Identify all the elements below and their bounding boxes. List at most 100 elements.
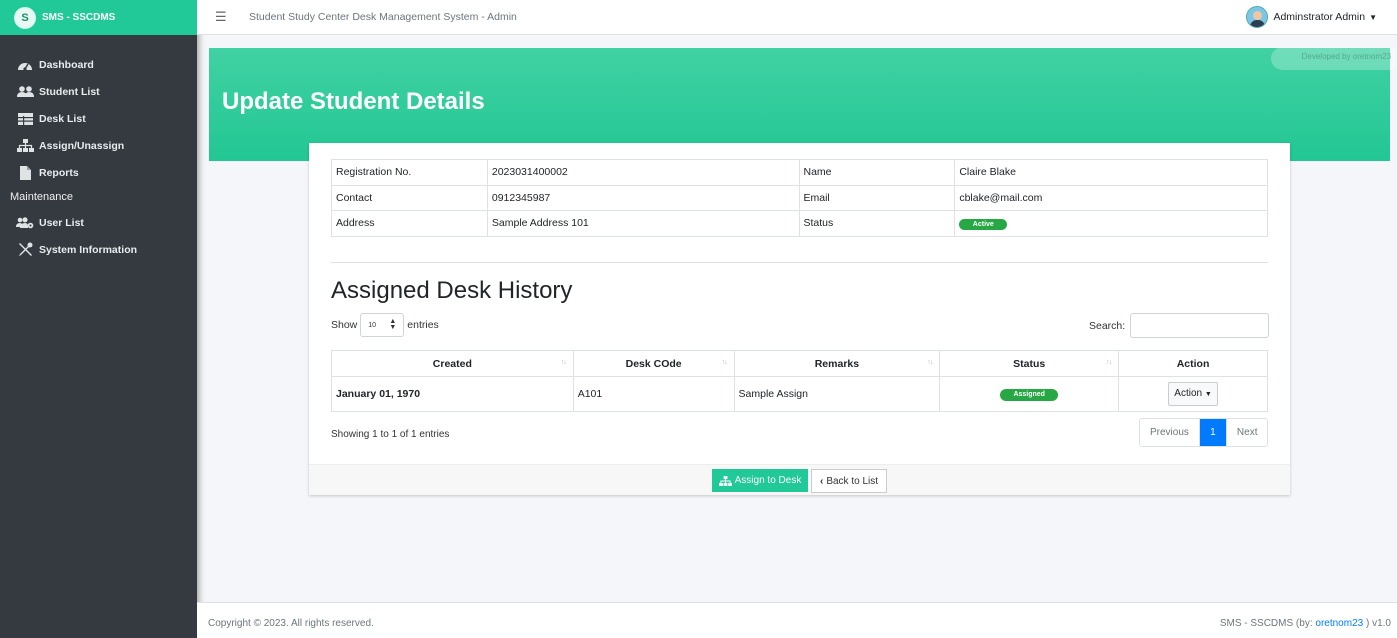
sitemap-icon <box>718 475 732 486</box>
pagination-page-1[interactable]: 1 <box>1198 419 1226 446</box>
assign-to-desk-button[interactable]: Assign to Desk <box>712 469 808 492</box>
sidebar-item-system-information[interactable]: System Information <box>0 236 197 263</box>
entries-label: entries <box>407 319 439 331</box>
sidebar-item-label: Reports <box>39 166 79 179</box>
sidebar-nav: Dashboard Student List Desk List Assign/… <box>0 51 197 186</box>
dashboard-icon <box>16 58 34 72</box>
sidebar-item-label: Assign/Unassign <box>39 139 125 152</box>
action-dropdown-button[interactable]: Action ▼ <box>1168 382 1218 406</box>
column-header-status[interactable]: Status ↑↓ <box>939 350 1120 377</box>
registration-label: Registration No. <box>331 159 488 186</box>
table-row: Contact 0912345987 Email cblake@mail.com <box>331 184 1268 211</box>
email-label: Email <box>798 184 956 211</box>
sidebar-item-student-list[interactable]: Student List <box>0 78 197 105</box>
table-row: Registration No. 2023031400002 Name Clai… <box>331 159 1268 186</box>
email-value: cblake@mail.com <box>954 184 1268 211</box>
table-icon <box>16 112 34 126</box>
sidebar-item-dashboard[interactable]: Dashboard <box>0 51 197 78</box>
status-badge: Active <box>959 218 1008 230</box>
show-label: Show <box>331 319 358 331</box>
status-badge: Assigned <box>1000 389 1059 401</box>
users-cog-icon <box>16 216 34 230</box>
app-title: Student Study Center Desk Management Sys… <box>249 11 517 23</box>
developer-badge: Developed by oretnom23 <box>1271 47 1397 70</box>
author-link[interactable]: oretnom23 <box>1315 618 1363 629</box>
top-navbar: ☰ Student Study Center Desk Management S… <box>197 0 1397 35</box>
back-to-list-button[interactable]: ‹ Back to List <box>811 469 887 493</box>
menu-toggle-icon[interactable]: ☰ <box>215 9 227 25</box>
user-menu[interactable]: Adminstrator Admin ▼ <box>1246 6 1377 28</box>
search-label: Search: <box>1089 319 1126 332</box>
sort-icon: ↑↓ <box>721 359 728 366</box>
page-size-select[interactable]: 10 ▲ ▼ <box>360 313 405 337</box>
search-input[interactable] <box>1130 313 1270 338</box>
page-title: Update Student Details <box>222 88 485 115</box>
column-header-created[interactable]: Created ↑↓ <box>331 350 574 377</box>
name-value: Claire Blake <box>954 159 1268 186</box>
file-icon <box>16 165 34 180</box>
sidebar-item-label: System Information <box>39 243 138 256</box>
sort-icon: ↑↓ <box>1106 359 1112 366</box>
registration-value: 2023031400002 <box>486 159 800 186</box>
sort-icon: ↑↓ <box>927 359 933 366</box>
table-row: January 01, 1970 A101 Sample Assign Assi… <box>331 376 1268 412</box>
remarks-cell: Sample Assign <box>733 376 941 412</box>
tools-icon <box>16 242 34 257</box>
app-version: SMS - SSCDMS (by: oretnom23 ) v1.0 <box>1219 618 1391 629</box>
chevron-left-icon: ‹ <box>819 475 824 487</box>
pagination-previous[interactable]: Previous <box>1140 419 1199 446</box>
student-info-table: Registration No. 2023031400002 Name Clai… <box>331 159 1268 237</box>
status-cell: Assigned <box>939 376 1120 412</box>
back-button-label: Back to List <box>826 475 879 487</box>
maintenance-nav: User List System Information <box>0 209 197 263</box>
sidebar-item-label: User List <box>39 216 84 229</box>
search-control: Search: <box>1089 313 1270 338</box>
status-label: Status <box>798 210 956 237</box>
caret-down-icon: ▼ <box>1204 391 1212 398</box>
entries-length-control: Show 10 ▲ ▼ entries <box>331 313 439 337</box>
sidebar-item-label: Dashboard <box>39 58 94 71</box>
table-info: Showing 1 to 1 of 1 entries <box>331 429 450 440</box>
contact-value: 0912345987 <box>486 184 800 211</box>
history-title: Assigned Desk History <box>331 277 573 304</box>
sort-asc-icon: ↑↓ <box>560 359 567 366</box>
sidebar: S SMS - SSCDMS Dashboard Student List De… <box>0 0 197 638</box>
pagination-next[interactable]: Next <box>1225 419 1268 446</box>
page-size-value: 10 <box>368 321 377 329</box>
brand-name: SMS - SSCDMS <box>42 12 116 23</box>
user-name: Adminstrator Admin <box>1273 11 1366 23</box>
brand-logo: S <box>14 6 36 29</box>
table-row: Address Sample Address 101 Status Active <box>331 210 1268 237</box>
divider <box>331 262 1268 263</box>
name-label: Name <box>798 159 956 186</box>
column-header-remarks[interactable]: Remarks ↑↓ <box>733 350 941 377</box>
users-icon <box>16 85 34 99</box>
brand[interactable]: S SMS - SSCDMS <box>0 0 197 35</box>
sidebar-item-user-list[interactable]: User List <box>0 209 197 236</box>
address-label: Address <box>331 210 488 237</box>
table-header-row: Created ↑↓ Desk COde ↑↓ Remarks ↑↓ Status ↑↓… <box>331 350 1268 377</box>
action-cell: Action ▼ <box>1118 376 1268 412</box>
avatar <box>1246 6 1269 28</box>
created-cell: January 01, 1970 <box>331 376 574 412</box>
contact-label: Contact <box>331 184 488 211</box>
caret-down-icon: ▼ <box>1369 12 1377 22</box>
maintenance-header: Maintenance <box>10 191 73 203</box>
sidebar-item-assign-unassign[interactable]: Assign/Unassign <box>0 132 197 159</box>
pagination: Previous 1 Next <box>1139 418 1269 447</box>
sitemap-icon <box>16 139 34 153</box>
student-details-card: Registration No. 2023031400002 Name Clai… <box>309 143 1290 495</box>
sidebar-item-reports[interactable]: Reports <box>0 159 197 186</box>
status-cell: Active <box>954 210 1268 237</box>
address-value: Sample Address 101 <box>486 210 800 237</box>
sort-updown-icon: ▲ ▼ <box>389 318 397 331</box>
sidebar-item-desk-list[interactable]: Desk List <box>0 105 197 132</box>
page-footer: Copyright © 2023. All rights reserved. S… <box>197 602 1397 638</box>
column-header-desk-code[interactable]: Desk COde ↑↓ <box>572 350 735 377</box>
desk-history-table: Created ↑↓ Desk COde ↑↓ Remarks ↑↓ Status ↑↓… <box>331 350 1268 412</box>
sidebar-item-label: Student List <box>39 85 100 98</box>
sidebar-item-label: Desk List <box>39 112 86 125</box>
desk-code-cell: A101 <box>572 376 735 412</box>
copyright: Copyright © 2023. All rights reserved. <box>208 618 374 629</box>
column-header-action: Action <box>1118 350 1268 377</box>
